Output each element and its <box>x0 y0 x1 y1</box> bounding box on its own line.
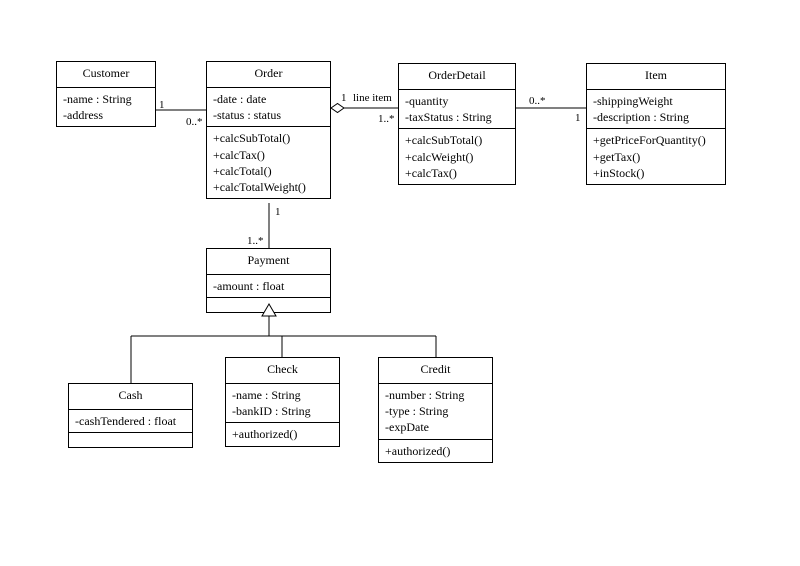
attr: -expDate <box>385 419 486 435</box>
class-attributes: -shippingWeight -description : String <box>587 89 725 128</box>
attr: -date : date <box>213 91 324 107</box>
class-title: Item <box>587 64 725 89</box>
mult-item-1: 1 <box>575 112 581 124</box>
op: +authorized() <box>232 426 333 442</box>
class-operations <box>69 432 192 447</box>
attr: -description : String <box>593 109 719 125</box>
attr: -name : String <box>63 91 149 107</box>
class-attributes: -amount : float <box>207 274 330 297</box>
class-title: OrderDetail <box>399 64 515 89</box>
op: +calcTotal() <box>213 163 324 179</box>
class-attributes: -name : String -address <box>57 87 155 126</box>
class-title: Payment <box>207 249 330 274</box>
op: +calcTax() <box>405 165 509 181</box>
attr: -amount : float <box>213 278 324 294</box>
class-attributes: -date : date -status : status <box>207 87 330 126</box>
class-payment: Payment -amount : float <box>206 248 331 313</box>
op: +calcWeight() <box>405 149 509 165</box>
class-operations: +calcSubTotal() +calcWeight() +calcTax() <box>399 128 515 184</box>
attr: -bankID : String <box>232 403 333 419</box>
class-credit: Credit -number : String -type : String -… <box>378 357 493 463</box>
class-title: Cash <box>69 384 192 409</box>
class-customer: Customer -name : String -address <box>56 61 156 127</box>
class-attributes: -quantity -taxStatus : String <box>399 89 515 128</box>
op: +calcTotalWeight() <box>213 179 324 195</box>
mult-order-1: 1 <box>341 92 347 104</box>
attr: -name : String <box>232 387 333 403</box>
class-item: Item -shippingWeight -description : Stri… <box>586 63 726 185</box>
class-title: Order <box>207 62 330 87</box>
attr: -address <box>63 107 149 123</box>
mult-orderdetail-1star: 1..* <box>378 113 395 125</box>
class-operations: +calcSubTotal() +calcTax() +calcTotal() … <box>207 126 330 198</box>
class-title: Check <box>226 358 339 383</box>
class-orderdetail: OrderDetail -quantity -taxStatus : Strin… <box>398 63 516 185</box>
op: +inStock() <box>593 165 719 181</box>
op: +calcSubTotal() <box>405 132 509 148</box>
class-operations: +authorized() <box>379 439 492 462</box>
mult-customer-1: 1 <box>159 99 165 111</box>
mult-order-0star: 0..* <box>186 116 203 128</box>
class-operations: +getPriceForQuantity() +getTax() +inStoc… <box>587 128 725 184</box>
class-operations: +authorized() <box>226 422 339 445</box>
mult-order-payment-1: 1 <box>275 206 281 218</box>
class-cash: Cash -cashTendered : float <box>68 383 193 448</box>
class-title: Customer <box>57 62 155 87</box>
class-attributes: -number : String -type : String -expDate <box>379 383 492 439</box>
attr: -cashTendered : float <box>75 413 186 429</box>
class-attributes: -cashTendered : float <box>69 409 192 432</box>
op: +authorized() <box>385 443 486 459</box>
class-order: Order -date : date -status : status +cal… <box>206 61 331 199</box>
mult-orderdetail-0star: 0..* <box>529 95 546 107</box>
attr: -status : status <box>213 107 324 123</box>
attr: -taxStatus : String <box>405 109 509 125</box>
class-operations <box>207 297 330 312</box>
attr: -type : String <box>385 403 486 419</box>
class-attributes: -name : String -bankID : String <box>226 383 339 422</box>
role-lineitem: line item <box>353 92 392 104</box>
attr: -shippingWeight <box>593 93 719 109</box>
attr: -quantity <box>405 93 509 109</box>
attr: -number : String <box>385 387 486 403</box>
class-title: Credit <box>379 358 492 383</box>
op: +calcSubTotal() <box>213 130 324 146</box>
op: +getPriceForQuantity() <box>593 132 719 148</box>
class-check: Check -name : String -bankID : String +a… <box>225 357 340 447</box>
op: +calcTax() <box>213 147 324 163</box>
mult-payment-1star: 1..* <box>247 235 264 247</box>
op: +getTax() <box>593 149 719 165</box>
